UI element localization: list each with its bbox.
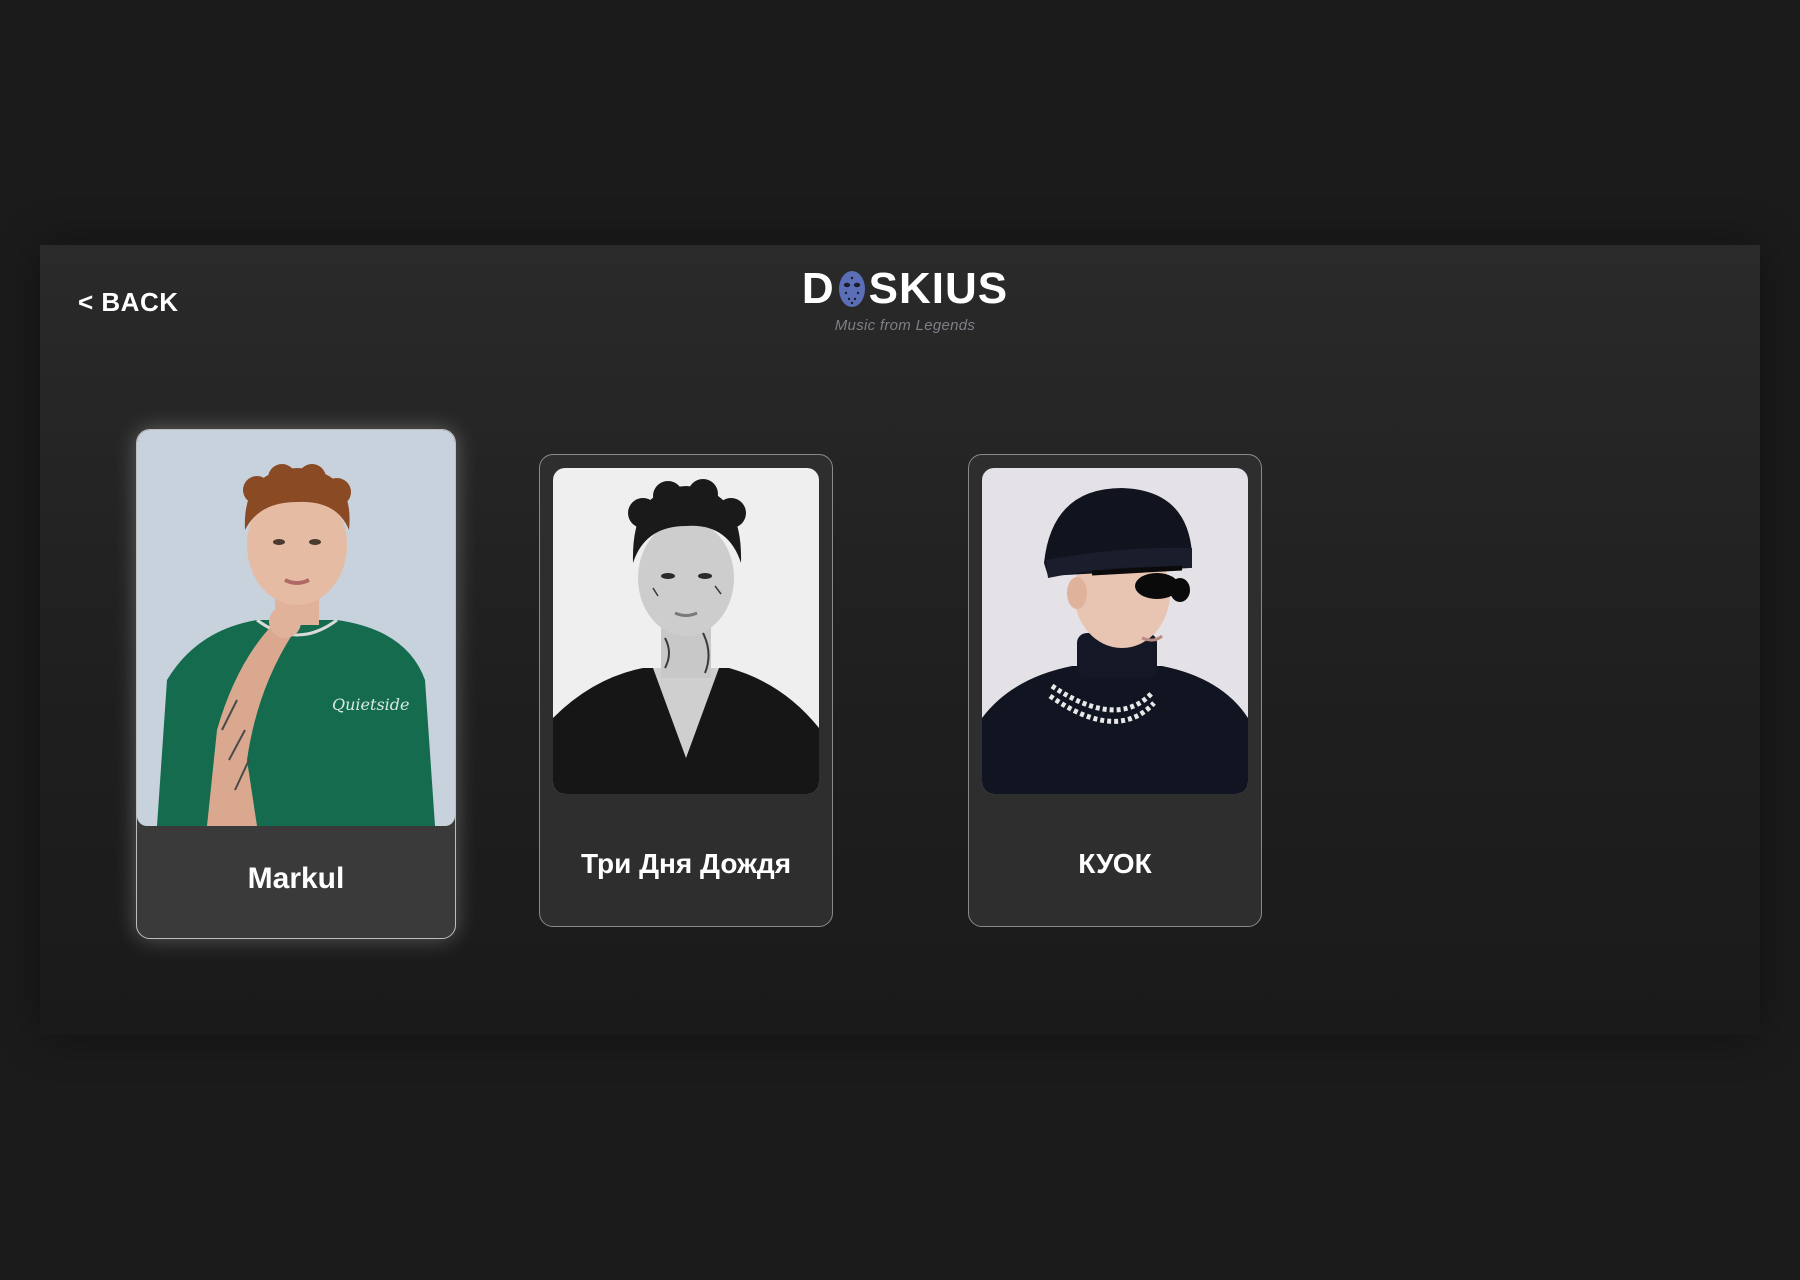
artist-card-kuok[interactable]: КУОК — [968, 454, 1262, 927]
artist-name: Markul — [247, 862, 345, 895]
artist-photo: Quietside — [137, 430, 455, 826]
app-background: < BACK D SKIUS Music from Legends Quiets… — [0, 0, 1800, 1280]
brand-header: D SKIUS Music from Legends — [790, 267, 1020, 335]
logo-text-left: D — [801, 264, 835, 313]
logo: D SKIUS — [790, 267, 1020, 311]
tagline: Music from Legends — [834, 317, 976, 334]
artist-name: Три Дня Дождя — [580, 848, 792, 879]
artist-photo — [982, 468, 1248, 794]
hockey-mask-icon — [837, 269, 867, 309]
artist-card-tri-dnya-dozhdya[interactable]: Три Дня Дождя — [539, 454, 833, 927]
artist-photo — [553, 468, 819, 794]
back-button[interactable]: < BACK — [78, 287, 179, 318]
artist-name: КУОК — [1078, 848, 1152, 879]
artist-card-markul[interactable]: Quietside Markul — [136, 429, 456, 939]
artist-selection-panel: < BACK D SKIUS Music from Legends Quiets… — [40, 245, 1760, 1035]
svg-text:Quietside: Quietside — [332, 695, 409, 714]
logo-text-right: SKIUS — [868, 264, 1009, 313]
